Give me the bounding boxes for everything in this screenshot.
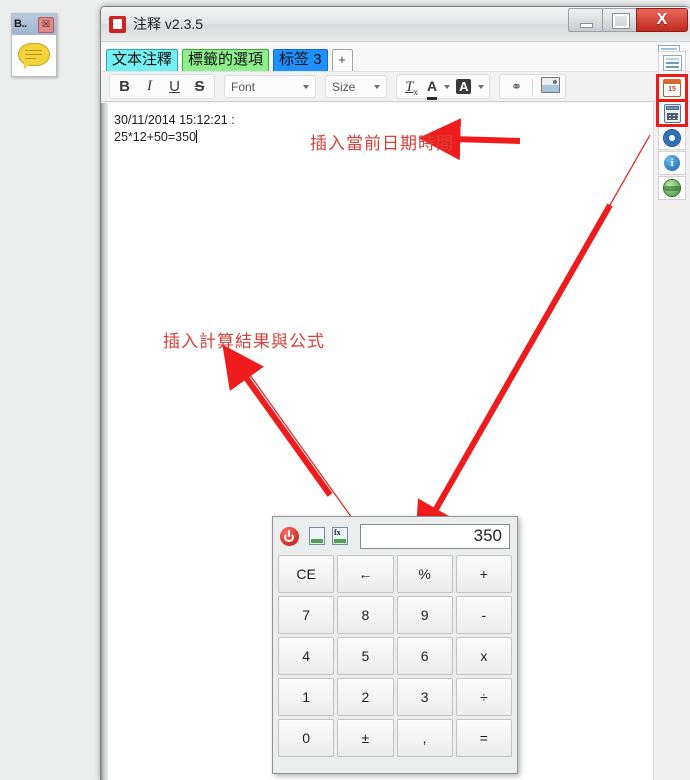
key-3[interactable]: 3: [396, 678, 453, 716]
calculator-keypad: CE ← % + 7 8 9 - 4 5 6 x 1 2 3 ÷ 0 ± , =: [273, 555, 517, 763]
text-cursor: [196, 130, 198, 143]
text-style-group: B I U S: [109, 74, 215, 99]
window-controls: X: [568, 8, 688, 32]
calculator-header: 350: [273, 517, 517, 555]
insert-image-button[interactable]: [538, 76, 563, 97]
key-5[interactable]: 5: [337, 637, 394, 675]
calendar-icon: 15: [663, 79, 681, 97]
italic-button[interactable]: I: [137, 76, 162, 97]
editor-line-timestamp: 30/11/2014 15:12:21 :: [114, 113, 235, 127]
editor-right-rail: [653, 103, 690, 780]
text-color-button[interactable]: A: [424, 76, 453, 100]
annotation-datetime-text: 插入當前日期時間: [310, 134, 454, 153]
clear-format-icon: Tx: [405, 79, 418, 97]
bold-button[interactable]: B: [112, 76, 137, 97]
gadget-titlebar: B.. ☒: [12, 14, 56, 35]
key-comma[interactable]: ,: [396, 719, 453, 757]
insert-formula-icon[interactable]: [332, 527, 348, 545]
settings-button[interactable]: [658, 126, 686, 150]
open-calculator-button[interactable]: [656, 99, 688, 127]
toolbar-divider: [532, 78, 534, 95]
chevron-down-icon: [374, 84, 380, 89]
window-titlebar[interactable]: 注释 v2.3.5 X: [101, 7, 690, 42]
desktop-gadget[interactable]: B.. ☒: [11, 13, 57, 77]
list-view-icon: [662, 55, 682, 71]
editor-formula-text: 25*12+50=350: [114, 130, 197, 144]
insert-group: ⚭: [499, 74, 567, 99]
tab-label-options[interactable]: 標籤的選項: [182, 49, 270, 71]
chevron-down-icon: [303, 84, 309, 89]
list-view-icon-button[interactable]: [658, 51, 686, 75]
clear-formatting-button[interactable]: Tx: [399, 76, 424, 97]
settings-gear-icon: [664, 130, 680, 146]
key-2[interactable]: 2: [337, 678, 394, 716]
highlight-color-button[interactable]: A: [453, 76, 487, 97]
maximize-button[interactable]: [602, 8, 637, 32]
calculator-popup[interactable]: 350 CE ← % + 7 8 9 - 4 5 6 x 1 2 3 ÷ 0 ±…: [272, 516, 518, 774]
chevron-down-icon: [478, 85, 485, 89]
tab-bar: 文本注釋 標籤的選項 标签 3 +: [101, 42, 690, 71]
calculator-display[interactable]: 350: [360, 523, 510, 549]
window-title: 注释 v2.3.5: [133, 16, 204, 32]
image-icon: [541, 77, 561, 93]
key-divide[interactable]: ÷: [455, 678, 512, 716]
key-plusminus[interactable]: ±: [337, 719, 394, 757]
link-icon: ⚭: [511, 79, 522, 94]
tab-label-3[interactable]: 标签 3: [273, 49, 328, 71]
gadget-title: B..: [14, 18, 27, 30]
insert-link-button[interactable]: ⚭: [502, 76, 527, 97]
tool-icon-strip: 15 i: [656, 51, 688, 201]
key-equals[interactable]: =: [455, 719, 512, 757]
power-button-icon[interactable]: [280, 526, 299, 546]
speech-bubble-icon: [18, 43, 50, 70]
key-multiply[interactable]: x: [455, 637, 512, 675]
key-7[interactable]: 7: [278, 596, 335, 634]
minimize-button[interactable]: [568, 8, 603, 32]
font-family-select[interactable]: Font: [224, 75, 316, 98]
highlight-icon: A: [456, 79, 472, 94]
globe-icon: [664, 180, 680, 196]
info-button[interactable]: i: [658, 151, 686, 175]
add-tab-button[interactable]: +: [331, 49, 353, 71]
key-percent[interactable]: %: [396, 555, 453, 593]
editor-left-edge: [101, 103, 108, 780]
key-6[interactable]: 6: [396, 637, 453, 675]
key-ce[interactable]: CE: [278, 555, 335, 593]
close-icon[interactable]: ☒: [38, 16, 54, 33]
calculator-icon: [663, 103, 681, 123]
formatting-toolbar: B I U S Font Size Tx A A ⚭: [101, 71, 690, 102]
notes-app-icon: [109, 15, 126, 33]
key-plus[interactable]: +: [455, 555, 512, 593]
key-0[interactable]: 0: [278, 719, 335, 757]
underline-button[interactable]: U: [162, 76, 187, 97]
tab-text-note[interactable]: 文本注釋: [106, 49, 179, 71]
text-color-icon: A: [427, 78, 438, 100]
key-8[interactable]: 8: [337, 596, 394, 634]
insert-datetime-button[interactable]: 15: [656, 74, 688, 102]
key-4[interactable]: 4: [278, 637, 335, 675]
font-size-select[interactable]: Size: [325, 75, 387, 98]
clear-format-sub: x: [413, 87, 418, 97]
close-button[interactable]: X: [636, 8, 688, 32]
annotation-calcresult-text: 插入計算結果與公式: [163, 332, 325, 351]
strikethrough-button[interactable]: S: [187, 76, 212, 97]
chevron-down-icon: [444, 85, 451, 89]
key-backspace[interactable]: ←: [337, 555, 394, 593]
color-group: Tx A A: [396, 74, 491, 100]
info-icon: i: [664, 155, 680, 171]
key-1[interactable]: 1: [278, 678, 335, 716]
font-family-label: Font: [231, 79, 256, 94]
key-minus[interactable]: -: [455, 596, 512, 634]
gadget-body[interactable]: [12, 35, 56, 74]
web-button[interactable]: [658, 176, 686, 200]
font-size-label: Size: [332, 79, 356, 94]
key-9[interactable]: 9: [396, 596, 453, 634]
insert-result-icon[interactable]: [309, 527, 325, 545]
